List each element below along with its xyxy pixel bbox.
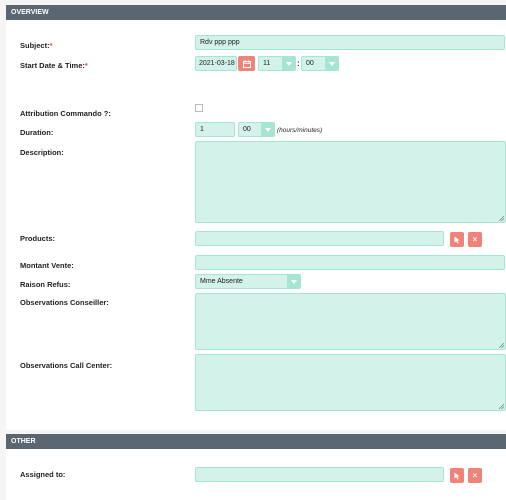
calendar-button[interactable] xyxy=(238,56,255,71)
duration-label: Duration: xyxy=(20,128,54,137)
pointer-icon xyxy=(454,236,460,243)
section-header-other[interactable]: OTHER xyxy=(6,434,506,449)
raison-refus-label: Raison Refus: xyxy=(20,280,71,289)
montant-vente-input[interactable] xyxy=(195,255,505,270)
resize-handle-icon[interactable] xyxy=(499,216,504,221)
products-clear-button[interactable]: × xyxy=(468,232,482,247)
montant-vente-label: Montant Vente: xyxy=(20,261,74,270)
raison-refus-value: Mme Absente xyxy=(200,278,243,285)
assigned-to-input[interactable] xyxy=(195,467,444,482)
resize-handle-icon[interactable] xyxy=(499,343,504,348)
attribution-commando-label: Attribution Commando ?: xyxy=(20,109,111,118)
products-select-button[interactable] xyxy=(450,232,464,247)
observations-conseiller-textarea[interactable] xyxy=(195,293,506,350)
pointer-icon xyxy=(454,472,460,479)
products-input[interactable] xyxy=(195,231,444,246)
calendar-icon xyxy=(242,59,251,68)
raison-refus-select[interactable]: Mme Absente xyxy=(195,274,301,289)
description-label: Description: xyxy=(20,148,64,157)
close-icon: × xyxy=(472,235,478,244)
duration-units: (hours/minutes) xyxy=(277,127,323,134)
duration-minutes-value: 00 xyxy=(243,126,251,133)
duration-minutes-select[interactable]: 00 xyxy=(238,122,275,137)
observations-conseiller-label: Observations Conseiller: xyxy=(20,298,109,307)
time-separator: : xyxy=(297,59,300,68)
subject-input[interactable]: Rdv ppp ppp xyxy=(195,35,505,50)
description-textarea[interactable] xyxy=(195,141,506,223)
start-minute-value: 00 xyxy=(306,60,314,67)
start-date-input[interactable]: 2021-03-18 xyxy=(195,56,237,71)
subject-label: Subject:* xyxy=(20,41,53,50)
attribution-commando-checkbox[interactable] xyxy=(195,104,203,112)
duration-hours-input[interactable]: 1 xyxy=(195,122,235,137)
chevron-down-icon xyxy=(282,57,295,70)
chevron-down-icon xyxy=(287,275,300,288)
assigned-to-label: Assigned to: xyxy=(20,470,66,479)
observations-call-center-label: Observations Call Center: xyxy=(20,361,113,370)
assigned-to-clear-button[interactable]: × xyxy=(468,468,482,483)
start-minute-select[interactable]: 00 xyxy=(301,56,339,71)
resize-handle-icon[interactable] xyxy=(499,404,504,409)
section-header-overview[interactable]: OVERVIEW xyxy=(6,5,506,20)
chevron-down-icon xyxy=(325,57,338,70)
start-datetime-label: Start Date & Time:* xyxy=(20,61,88,70)
products-label: Products: xyxy=(20,234,56,243)
chevron-down-icon xyxy=(261,123,274,136)
assigned-to-select-button[interactable] xyxy=(450,468,464,483)
start-hour-select[interactable]: 11 xyxy=(258,56,296,71)
close-icon: × xyxy=(472,471,478,480)
observations-call-center-textarea[interactable] xyxy=(195,354,506,411)
edit-view: OVERVIEW Subject:* Rdv ppp ppp Start Dat… xyxy=(0,0,506,500)
start-hour-value: 11 xyxy=(263,60,271,67)
